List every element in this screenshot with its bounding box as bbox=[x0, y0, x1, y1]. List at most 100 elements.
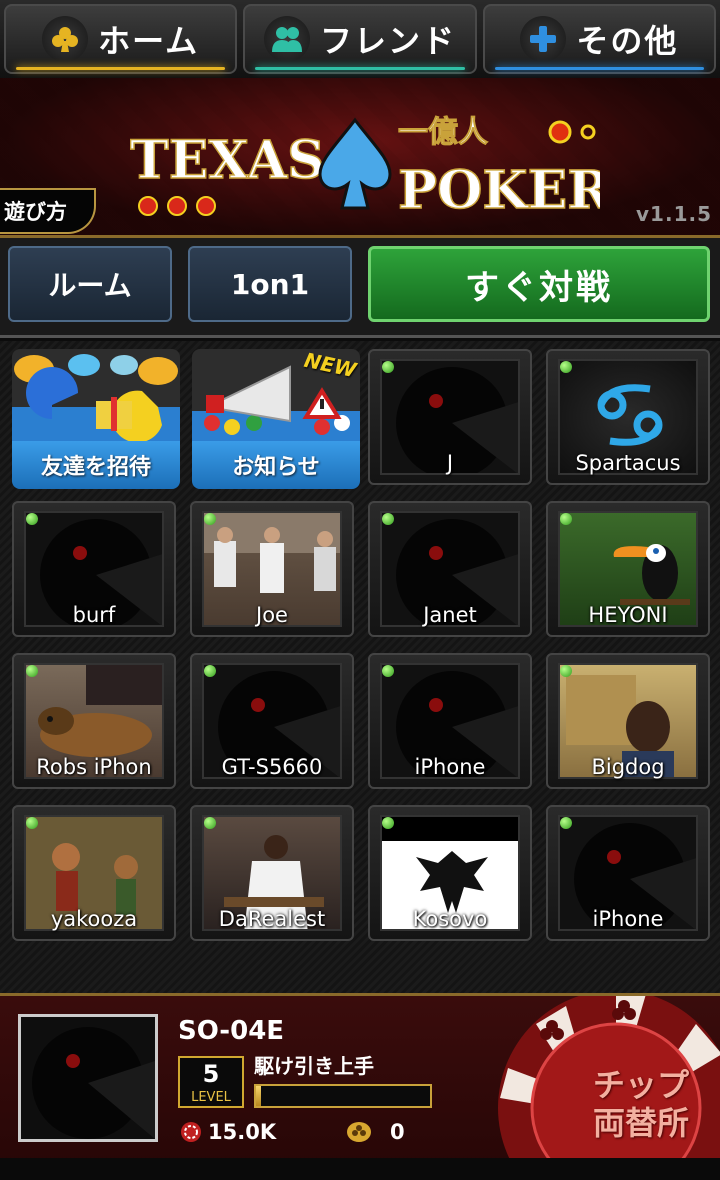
gold-amount: 0 bbox=[390, 1120, 405, 1144]
online-indicator bbox=[26, 665, 38, 677]
friend-tile[interactable]: J bbox=[368, 349, 532, 485]
room-button-label: ルーム bbox=[48, 269, 132, 302]
online-indicator bbox=[382, 817, 394, 829]
tab-friends-indicator bbox=[255, 67, 465, 70]
news-button[interactable]: NEW お知らせ bbox=[192, 349, 360, 489]
top-nav: ホーム フレンド その他 bbox=[0, 0, 720, 78]
online-indicator bbox=[560, 361, 572, 373]
player-name: SO-04E bbox=[178, 1016, 285, 1046]
one-on-one-button[interactable]: 1on1 bbox=[188, 246, 352, 322]
friend-tile[interactable]: DaRealest bbox=[190, 805, 354, 941]
tab-friends-label: フレンド bbox=[319, 22, 456, 60]
online-indicator bbox=[560, 817, 572, 829]
friend-name: yakooza bbox=[50, 907, 138, 931]
friend-tile[interactable]: Bigdog bbox=[546, 653, 710, 789]
plus-icon bbox=[520, 16, 567, 62]
warning-icon bbox=[302, 387, 342, 419]
online-indicator bbox=[26, 817, 38, 829]
online-indicator bbox=[560, 665, 572, 677]
player-avatar[interactable] bbox=[18, 1014, 158, 1142]
friend-name: burf bbox=[72, 603, 116, 627]
how-to-play-label: 遊び方 bbox=[4, 200, 67, 224]
friend-name: J bbox=[446, 451, 454, 475]
invite-art bbox=[12, 349, 180, 445]
logo-subtitle: 一億人 bbox=[398, 115, 488, 150]
friend-tile[interactable]: Janet bbox=[368, 501, 532, 637]
texas-poker-logo: TEXAS 一億人 POKER bbox=[130, 115, 600, 219]
default-avatar-icon bbox=[32, 1027, 155, 1139]
friend-tile[interactable]: iPhone bbox=[368, 653, 532, 789]
friend-name: Bigdog bbox=[591, 755, 665, 779]
level-badge: 5 LEVEL bbox=[178, 1056, 244, 1108]
tab-other-label: その他 bbox=[576, 22, 679, 60]
spade-icon bbox=[318, 117, 392, 210]
version-label: v1.1.5 bbox=[636, 202, 712, 226]
invite-friends-button[interactable]: 友達を招待 bbox=[12, 349, 180, 489]
friend-name: Janet bbox=[423, 603, 477, 627]
online-indicator bbox=[382, 665, 394, 677]
quick-match-button[interactable]: すぐ対戦 bbox=[368, 246, 710, 322]
logo-poker: POKER bbox=[398, 160, 600, 218]
chip-balance: 15.0K bbox=[180, 1120, 276, 1144]
friend-tile[interactable]: yakooza bbox=[12, 805, 176, 941]
friend-name: DaRealest bbox=[218, 907, 326, 931]
friend-name: Robs iPhon bbox=[36, 755, 152, 779]
online-indicator bbox=[204, 513, 216, 525]
one-on-one-button-label: 1on1 bbox=[230, 267, 310, 301]
tab-home-label: ホーム bbox=[98, 22, 200, 60]
friends-icon bbox=[263, 16, 310, 62]
friend-name: GT-S5660 bbox=[221, 755, 323, 779]
friend-tile[interactable]: Joe bbox=[190, 501, 354, 637]
online-indicator bbox=[26, 513, 38, 525]
online-indicator bbox=[382, 513, 394, 525]
online-indicator bbox=[204, 665, 216, 677]
friend-tile[interactable]: Spartacus bbox=[546, 349, 710, 485]
header-banner: TEXAS 一億人 POKER 遊び方 v1.1.5 bbox=[0, 78, 720, 238]
logo-texas: TEXAS bbox=[130, 130, 325, 191]
level-word: LEVEL bbox=[191, 1090, 231, 1105]
friend-name: iPhone bbox=[414, 755, 486, 779]
online-indicator bbox=[560, 513, 572, 525]
how-to-play-button[interactable]: 遊び方 bbox=[0, 188, 96, 234]
chip-icon bbox=[181, 1122, 201, 1142]
tab-other[interactable]: その他 bbox=[482, 4, 716, 74]
quick-match-button-label: すぐ対戦 bbox=[465, 267, 613, 308]
experience-bar bbox=[254, 1084, 432, 1108]
friend-tile[interactable]: burf bbox=[12, 501, 176, 637]
friend-tile[interactable]: iPhone bbox=[546, 805, 710, 941]
room-button[interactable]: ルーム bbox=[8, 246, 172, 322]
friend-name: iPhone bbox=[592, 907, 664, 931]
online-indicator bbox=[382, 361, 394, 373]
friend-tile[interactable]: Robs iPhon bbox=[12, 653, 176, 789]
experience-fill bbox=[256, 1086, 262, 1106]
tab-other-indicator bbox=[494, 67, 704, 70]
gold-club-icon bbox=[347, 1122, 371, 1142]
friend-name: Joe bbox=[256, 603, 288, 627]
bottom-strip bbox=[0, 1158, 720, 1180]
news-label: お知らせ bbox=[192, 441, 360, 489]
friend-name: Kosovo bbox=[412, 907, 488, 931]
club-icon bbox=[42, 16, 89, 62]
friend-grid: 友達を招待 NEW お知らせ J Spartacus burf Joe Jane… bbox=[0, 341, 720, 993]
chip-exchange-label: チップ 両替所 bbox=[556, 1066, 720, 1142]
online-indicator bbox=[204, 817, 216, 829]
gold-balance: 0 bbox=[346, 1120, 405, 1144]
invite-friends-label: 友達を招待 bbox=[12, 441, 180, 489]
chip-exchange-label-2: 両替所 bbox=[592, 1104, 689, 1142]
chip-exchange-label-1: チップ bbox=[592, 1066, 689, 1104]
player-panel: SO-04E 5 LEVEL 駆け引き上手 15.0K 0 チップ 両替所 bbox=[0, 993, 720, 1180]
tab-home-indicator bbox=[16, 67, 226, 70]
friend-tile[interactable]: Kosovo bbox=[368, 805, 532, 941]
friend-tile[interactable]: GT-S5660 bbox=[190, 653, 354, 789]
player-title: 駆け引き上手 bbox=[254, 1054, 374, 1078]
mode-bar: ルーム 1on1 すぐ対戦 bbox=[0, 238, 720, 338]
tab-friends[interactable]: フレンド bbox=[243, 4, 477, 74]
chip-amount: 15.0K bbox=[208, 1120, 277, 1144]
friend-name: HEYONI bbox=[588, 603, 668, 627]
friend-name: Spartacus bbox=[575, 451, 681, 475]
friend-tile[interactable]: HEYONI bbox=[546, 501, 710, 637]
news-art: NEW bbox=[192, 349, 360, 445]
level-number: 5 bbox=[202, 1060, 220, 1088]
tab-home[interactable]: ホーム bbox=[4, 4, 238, 74]
megaphone-icon bbox=[206, 365, 291, 423]
